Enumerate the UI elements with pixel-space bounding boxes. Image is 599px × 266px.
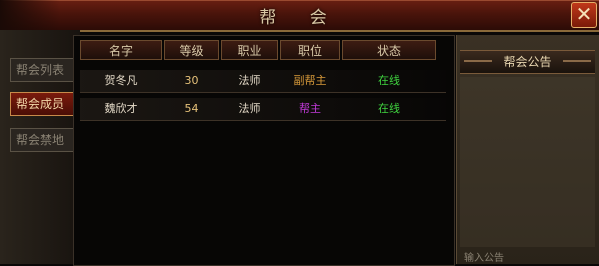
member-name: 魏欣才 [104,102,138,115]
header-position[interactable]: 职位 [280,40,340,60]
tab-guild-forbidden-area[interactable]: 帮会禁地 [10,128,79,152]
table-row[interactable]: 贺冬凡 30 法师 副帮主 在线 [80,70,446,93]
member-status: 在线 [378,102,400,115]
member-job: 法师 [238,102,261,115]
title-bar: 帮 会 ✕ [0,0,599,32]
member-position: 帮主 [299,102,321,115]
header-status[interactable]: 状态 [342,40,436,60]
close-icon: ✕ [575,2,593,26]
member-job: 法师 [238,74,261,87]
tab-guild-list[interactable]: 帮会列表 [10,58,79,82]
tab-guild-members[interactable]: 帮会成员 [10,92,79,116]
member-list-panel: 名字 等级 职业 职位 状态 贺冬凡 30 法师 副帮主 在线 魏欣才 54 法… [73,35,455,266]
side-tab-bar: 帮会列表 帮会成员 帮会禁地 [0,30,80,264]
member-level: 54 [184,102,199,115]
header-job[interactable]: 职业 [221,40,278,60]
member-position: 副帮主 [293,74,327,87]
notice-content-area [460,77,595,247]
member-name: 贺冬凡 [104,74,138,87]
member-level: 30 [184,74,199,87]
table-header: 名字 等级 职业 职位 状态 [80,40,446,60]
table-row[interactable]: 魏欣才 54 法师 帮主 在线 [80,98,446,121]
member-status: 在线 [378,74,400,87]
header-level[interactable]: 等级 [164,40,219,60]
guild-notice-panel: 帮会公告 输入公告 [456,35,599,264]
notice-title: 帮会公告 [460,50,595,74]
header-name[interactable]: 名字 [80,40,162,60]
window-title: 帮 会 [259,8,341,28]
close-button[interactable]: ✕ [571,2,597,28]
notice-input[interactable]: 输入公告 [464,249,594,264]
